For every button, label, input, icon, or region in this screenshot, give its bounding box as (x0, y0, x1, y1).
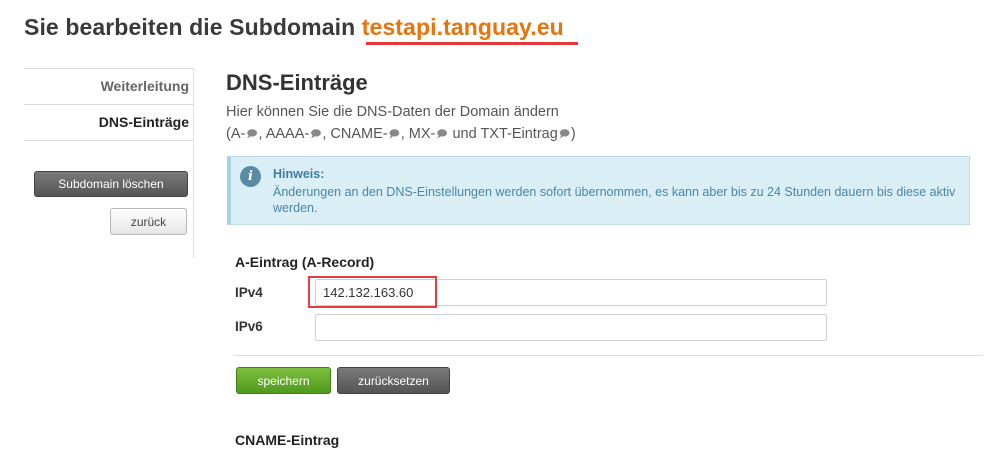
reset-button[interactable]: zurücksetzen (337, 367, 450, 394)
sidebar-tab-weiterleitung[interactable]: Weiterleitung (24, 78, 189, 94)
ipv6-label: IPv6 (235, 319, 263, 334)
info-title: Hinweis: (273, 167, 325, 181)
intro-text-line1: Hier können Sie die DNS-Daten der Domain… (226, 104, 559, 120)
info-icon: i (240, 166, 261, 187)
page-title: Sie bearbeiten die Subdomain testapi.tan… (24, 14, 564, 41)
subdomain-name: testapi.tanguay.eu (361, 14, 564, 40)
sidebar-border (193, 68, 194, 258)
external-link-icon[interactable]: 🗩 (310, 127, 321, 144)
delete-subdomain-button[interactable]: Subdomain löschen (34, 171, 188, 197)
intro-part: und TXT-Eintrag (448, 126, 558, 142)
sidebar-divider (24, 140, 194, 141)
sidebar-divider (24, 68, 194, 69)
external-link-icon[interactable]: 🗩 (389, 127, 400, 144)
intro-part: , AAAA- (258, 126, 310, 142)
a-record-title: A-Eintrag (A-Record) (235, 254, 375, 270)
form-divider (234, 355, 983, 356)
ipv4-highlight-annotation (308, 276, 437, 308)
sidebar-divider (24, 104, 194, 105)
info-text: Änderungen an den DNS-Einstellungen werd… (273, 185, 956, 215)
intro-part: , MX- (400, 126, 436, 142)
intro-part: (A- (226, 126, 246, 142)
intro-part: ) (570, 126, 576, 142)
section-title: DNS-Einträge (226, 70, 368, 95)
intro-text-line2: (A-🗩, AAAA-🗩, CNAME-🗩, MX-🗩 und TXT-Eint… (226, 126, 576, 144)
back-button[interactable]: zurück (110, 208, 187, 235)
domain-underline-annotation (366, 42, 578, 45)
save-button[interactable]: speichern (236, 367, 331, 394)
external-link-icon[interactable]: 🗩 (246, 127, 257, 144)
cname-title: CNAME-Eintrag (235, 432, 340, 448)
ipv4-label: IPv4 (235, 285, 263, 300)
intro-part: , CNAME- (322, 126, 388, 142)
external-link-icon[interactable]: 🗩 (436, 127, 447, 144)
sidebar-tab-dns-eintraege[interactable]: DNS-Einträge (24, 114, 189, 130)
external-link-icon[interactable]: 🗩 (559, 127, 570, 144)
ipv6-input[interactable] (315, 314, 827, 341)
page-title-prefix: Sie bearbeiten die Subdomain (24, 14, 362, 40)
